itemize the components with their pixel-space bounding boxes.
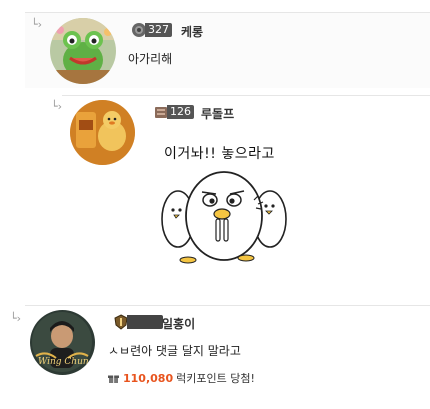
sticker-image [158, 164, 292, 266]
avatar-caption: Wing Chun [38, 357, 89, 367]
lucky-point-value: 110,080 [123, 371, 174, 385]
divider [25, 305, 430, 306]
nickname[interactable]: 루돌프 [201, 105, 234, 122]
level-number: 327 [145, 23, 172, 37]
comment-text: 아가리해 [128, 52, 173, 66]
level-badge [113, 314, 163, 330]
avatar-rudolph[interactable] [70, 100, 135, 165]
reply-arrow-icon: └› [31, 18, 43, 31]
nickname[interactable]: 일홍이 [162, 315, 195, 332]
nickname[interactable]: 케롱 [181, 23, 203, 40]
lucky-point-label: 럭키포인트 당첨! [176, 372, 255, 385]
level-badge: 327 [131, 22, 172, 38]
divider [62, 95, 430, 96]
level-number [127, 315, 163, 329]
divider [25, 12, 430, 13]
reply-arrow-icon: └› [51, 100, 63, 113]
gift-icon [108, 375, 119, 383]
reply-arrow-icon: └› [10, 312, 22, 325]
avatar-ilhong[interactable]: Wing Chun [30, 310, 95, 375]
sticker-text: 이거놔!! 놓으라고 [164, 146, 275, 162]
comment-text: ㅅㅂ련아 댓글 달지 말라고 [108, 344, 241, 358]
avatar-kerong[interactable] [50, 18, 116, 84]
level-number: 126 [167, 105, 194, 119]
lucky-point-line: 110,080 럭키포인트 당첨! [108, 370, 255, 386]
level-badge: 126 [153, 104, 194, 120]
